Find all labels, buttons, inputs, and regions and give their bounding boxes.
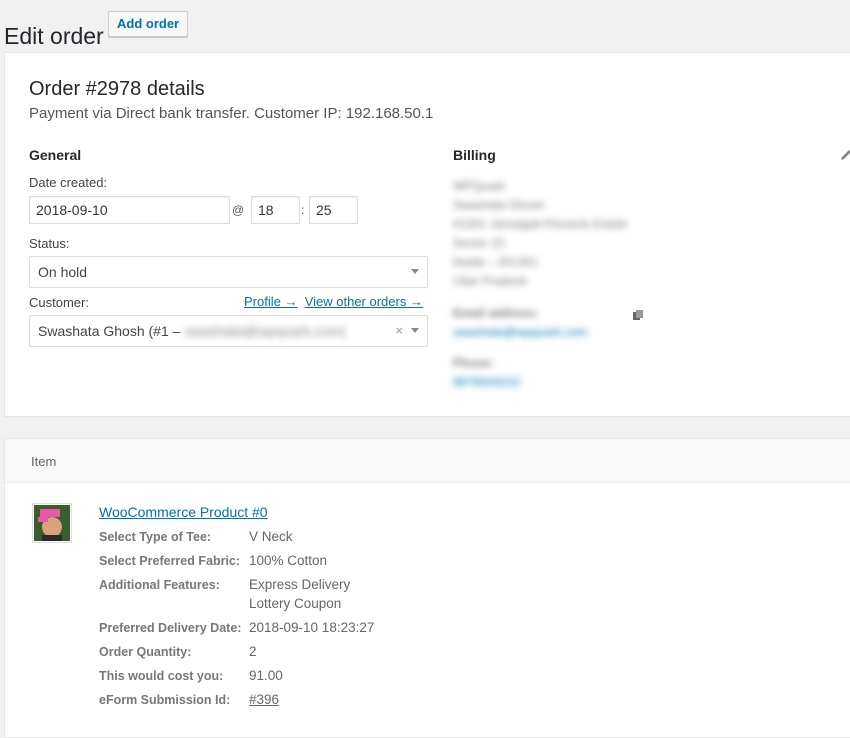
hour-input[interactable]: 18 — [251, 196, 300, 224]
minute-input[interactable]: 25 — [309, 196, 358, 224]
order-subheading: Payment via Direct bank transfer. Custom… — [29, 105, 434, 122]
general-section-title: General — [29, 147, 82, 163]
meta-label: Select Type of Tee: — [99, 530, 212, 544]
order-items-panel: Item WooCommerce Product #0 Select Type … — [4, 438, 850, 738]
date-created-label: Date created: — [29, 175, 108, 190]
order-heading: Order #2978 details — [29, 78, 205, 100]
meta-value: Express Delivery — [249, 577, 351, 592]
item-column-header: Item — [31, 454, 57, 469]
items-table-header: Item — [5, 439, 850, 483]
pencil-icon[interactable] — [839, 148, 850, 162]
status-label: Status: — [29, 236, 70, 251]
meta-value: 91.00 — [249, 668, 283, 683]
meta-label: Additional Features: — [99, 578, 220, 592]
submission-id-link[interactable]: #396 — [249, 692, 279, 707]
customer-email-blurred: swashata@wpquark.com) — [184, 323, 346, 339]
customer-label: Customer: — [29, 295, 89, 310]
billing-address-line: Swashata Ghosh — [453, 198, 545, 212]
order-details-panel: Order #2978 details Payment via Direct b… — [4, 52, 850, 417]
billing-address-line: #1001 Jamaigali Pinnacle Estate — [453, 217, 628, 231]
at-separator: @ — [232, 203, 245, 217]
billing-section-title: Billing — [453, 147, 496, 163]
product-name-link[interactable]: WooCommerce Product #0 — [99, 504, 268, 520]
meta-label: Select Preferred Fabric: — [99, 554, 241, 568]
chevron-down-icon — [411, 269, 419, 274]
status-value: On hold — [38, 264, 88, 280]
product-thumbnail — [32, 503, 72, 543]
status-select[interactable]: On hold — [29, 256, 428, 288]
meta-label: eForm Submission Id: — [99, 693, 231, 707]
billing-address-line: Sector 15 — [453, 236, 505, 250]
phone-label: Phone: — [453, 356, 494, 370]
product-image — [34, 505, 70, 541]
meta-value: Lottery Coupon — [249, 596, 342, 611]
meta-label: Order Quantity: — [99, 645, 192, 659]
meta-value: 2018-09-10 18:23:27 — [249, 620, 375, 635]
billing-address-line: Uttar Pradesh — [453, 274, 528, 288]
customer-select[interactable]: Swashata Ghosh (#1 – swashata@wpquark.co… — [29, 315, 428, 347]
add-order-button[interactable]: Add order — [108, 11, 189, 37]
phone-link[interactable]: 9876543210 — [453, 375, 520, 389]
email-address-link[interactable]: swashata@wpquark.com — [453, 325, 587, 339]
meta-label: This would cost you: — [99, 669, 224, 683]
meta-value: V Neck — [249, 529, 293, 544]
profile-link[interactable]: Profile → — [244, 294, 297, 309]
customer-value: Swashata Ghosh (#1 – — [38, 323, 181, 339]
meta-label: Preferred Delivery Date: — [99, 621, 242, 635]
view-other-orders-link[interactable]: View other orders → — [305, 294, 423, 309]
date-created-input[interactable]: 2018-09-10 — [29, 196, 230, 224]
clear-customer-icon[interactable]: × — [395, 316, 403, 346]
meta-value: 2 — [249, 644, 257, 659]
page-title: Edit order — [4, 23, 104, 50]
chevron-down-icon — [411, 328, 419, 333]
billing-address-line: Noida – 201301 — [453, 255, 538, 269]
email-address-label: Email address: — [453, 306, 539, 320]
copy-icon[interactable] — [632, 309, 644, 321]
time-separator: : — [301, 203, 305, 217]
meta-value: 100% Cotton — [249, 553, 328, 568]
billing-address-line: WPQuark — [453, 179, 506, 193]
